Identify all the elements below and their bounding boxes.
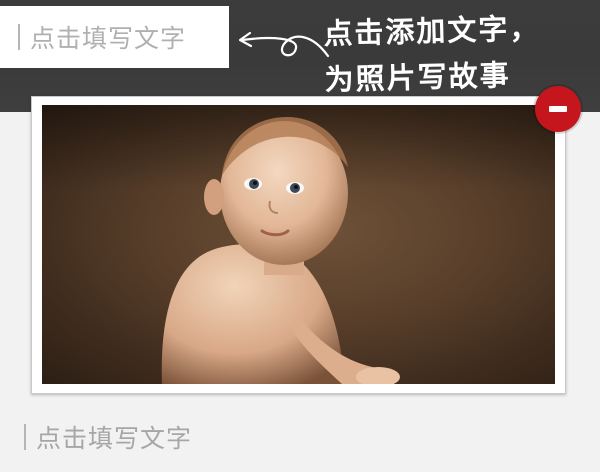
curved-arrow-icon <box>238 31 330 58</box>
top-caption-input[interactable]: 点击填写文字 <box>0 6 229 68</box>
photo-frame[interactable] <box>31 96 566 394</box>
baby-photo-image <box>42 105 555 384</box>
text-cursor <box>24 424 26 450</box>
delete-photo-button[interactable] <box>535 86 581 132</box>
photo[interactable] <box>42 105 555 384</box>
bottom-caption-input[interactable]: 点击填写文字 <box>0 410 600 464</box>
minus-icon <box>549 106 567 112</box>
top-caption-placeholder: 点击填写文字 <box>30 24 187 53</box>
text-cursor <box>18 24 20 50</box>
hint-text: 点击添加文字， 为照片写故事 <box>323 5 542 103</box>
bottom-caption-placeholder: 点击填写文字 <box>36 424 193 453</box>
hint-line-1: 点击添加文字， <box>322 11 541 51</box>
